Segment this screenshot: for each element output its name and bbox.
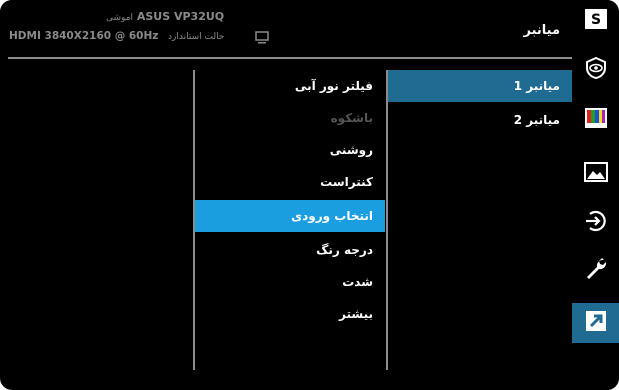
eye-care-icon: [584, 56, 608, 84]
monitor-icon: [255, 29, 269, 48]
preset-mode: حالت استاندارد: [168, 32, 225, 42]
menu-item-vividness: باشکوه: [330, 111, 373, 125]
sidebar-item-color[interactable]: [572, 100, 619, 140]
sidebar-item-input[interactable]: [572, 203, 619, 243]
submenu-item-shortcut-2[interactable]: میانبر 2: [388, 104, 572, 136]
signal-resolution: HDMI 3840X2160 @ 60Hz: [9, 30, 159, 42]
sidebar-item-image[interactable]: [572, 154, 619, 194]
mode-label: اموشی: [106, 13, 134, 23]
sidebar-item-system[interactable]: [572, 251, 619, 291]
menu-item-saturation[interactable]: شدت: [195, 266, 385, 298]
osd-header: اموشی ASUS VP32UQ HDMI 3840X2160 @ 60Hz …: [0, 0, 572, 58]
sidebar: S: [572, 0, 619, 390]
menu-item-more[interactable]: بیشتر: [195, 298, 385, 330]
signal-info: HDMI 3840X2160 @ 60Hz حالت استاندارد: [9, 30, 224, 42]
submenu-item-shortcut-1[interactable]: میانبر 1: [388, 70, 572, 102]
sidebar-item-splendid[interactable]: S: [572, 2, 619, 42]
header-divider: [8, 57, 572, 59]
wrench-icon: [584, 257, 608, 285]
page-title: میانبر: [523, 23, 560, 38]
sidebar-item-shortcut[interactable]: [572, 303, 619, 343]
monitor-model-info: اموشی ASUS VP32UQ: [100, 10, 224, 23]
sidebar-item-eye-care[interactable]: [572, 50, 619, 90]
shortcut-arrow-icon: [585, 310, 607, 336]
menu-item-brightness[interactable]: روشنی: [195, 134, 385, 166]
image-icon: [583, 162, 608, 186]
svg-text:S: S: [590, 12, 600, 28]
splendid-s-icon: S: [584, 8, 608, 36]
menu-item-blue-light-filter[interactable]: فیلتر نور آبی: [195, 70, 385, 102]
menu-item-contrast[interactable]: کنتراست: [195, 166, 385, 198]
model-name: ASUS VP32UQ: [136, 10, 225, 23]
osd-window: اموشی ASUS VP32UQ HDMI 3840X2160 @ 60Hz …: [0, 0, 619, 390]
menu-item-input-select[interactable]: انتخاب ورودی: [195, 200, 385, 232]
menu-item-color-temp[interactable]: درجه رنگ: [195, 234, 385, 266]
color-bars-icon: [584, 107, 608, 133]
input-select-icon: [584, 209, 608, 237]
